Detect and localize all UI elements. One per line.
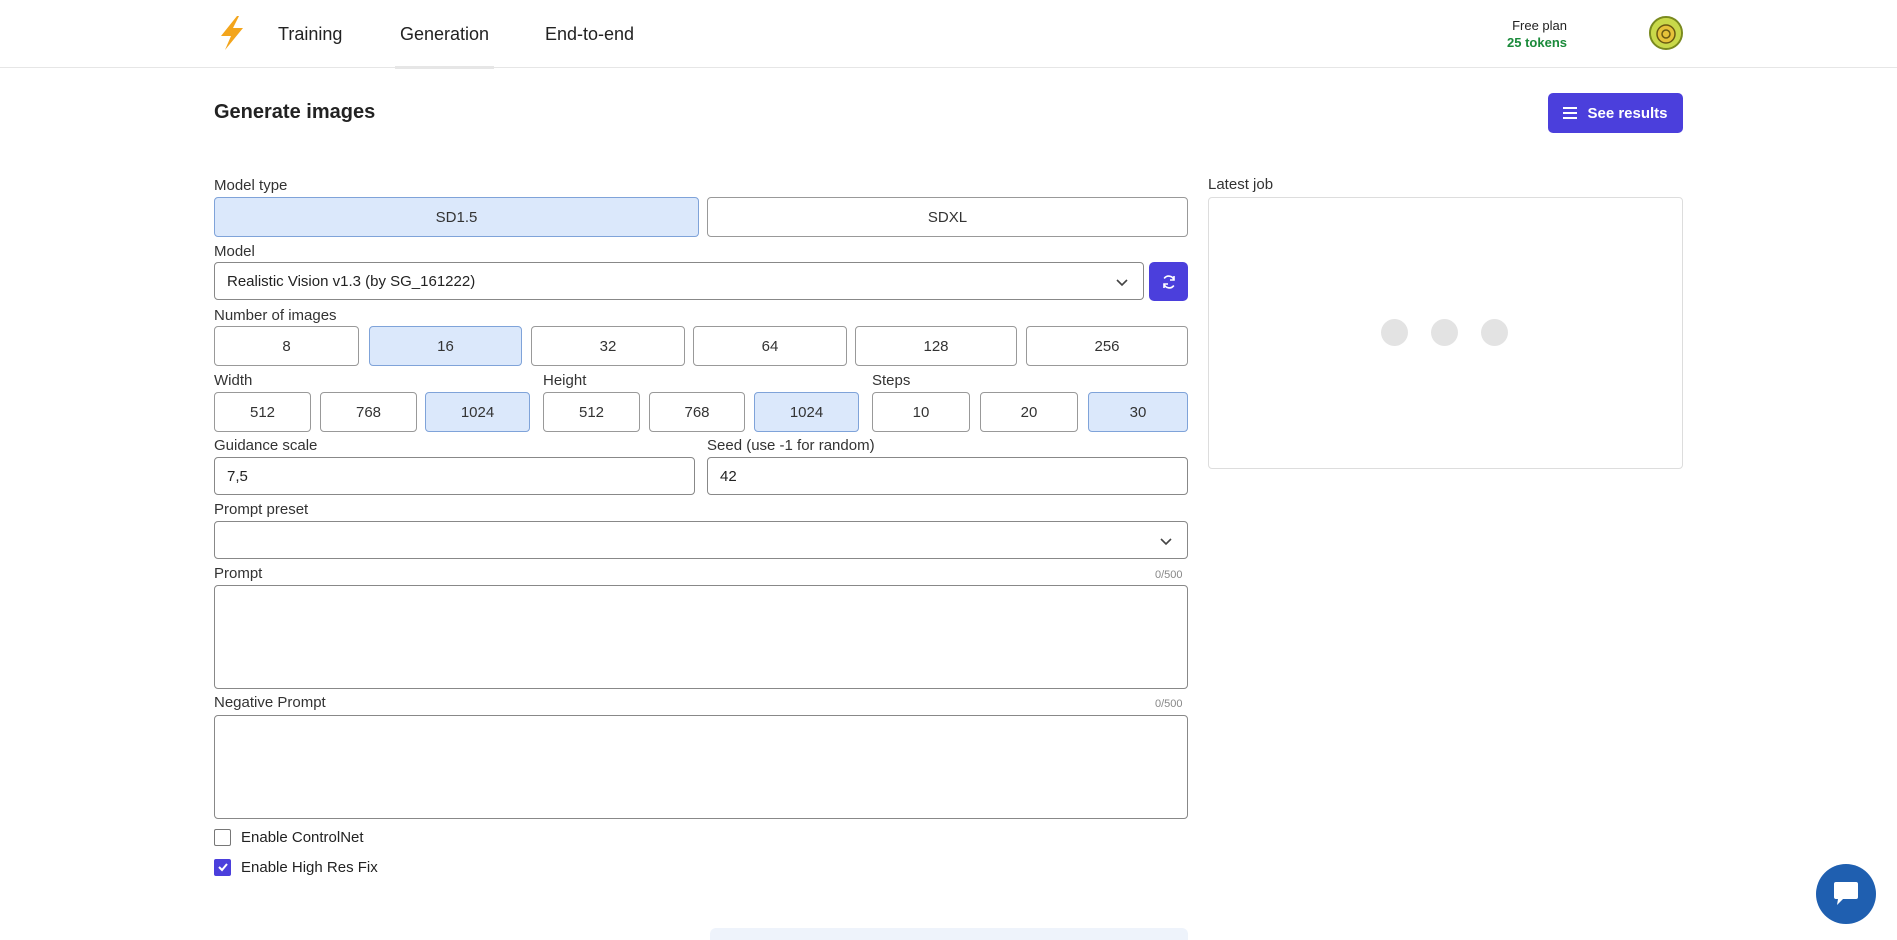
tab-training[interactable]: Training xyxy=(278,0,342,68)
list-icon xyxy=(1563,107,1578,119)
plan-name: Free plan xyxy=(1512,18,1567,33)
seed-input[interactable]: 42 xyxy=(707,457,1188,495)
model-type-label: Model type xyxy=(214,177,288,194)
negative-prompt-label: Negative Prompt xyxy=(214,694,326,711)
steps-option-10[interactable]: 10 xyxy=(872,392,970,432)
tab-end-to-end[interactable]: End-to-end xyxy=(545,0,634,68)
width-option-768[interactable]: 768 xyxy=(320,392,417,432)
token-count: 25 tokens xyxy=(1507,35,1567,50)
latest-job-label: Latest job xyxy=(1208,176,1274,193)
checkmark-icon xyxy=(217,863,228,872)
controlnet-toggle-row: Enable ControlNet xyxy=(214,827,364,847)
negative-prompt-char-counter: 0/500 xyxy=(1155,698,1183,710)
num-images-option-64[interactable]: 64 xyxy=(693,326,847,366)
high-res-fix-toggle-row: Enable High Res Fix xyxy=(214,857,378,877)
plan-info: Free plan 25 tokens xyxy=(1507,17,1567,51)
seed-label: Seed (use -1 for random) xyxy=(707,437,875,454)
negative-prompt-textarea[interactable] xyxy=(214,715,1188,819)
width-option-512[interactable]: 512 xyxy=(214,392,311,432)
controlnet-checkbox[interactable] xyxy=(214,828,231,846)
steps-label: Steps xyxy=(872,372,911,389)
controlnet-label[interactable]: Enable ControlNet xyxy=(241,829,364,846)
num-images-option-256[interactable]: 256 xyxy=(1026,326,1188,366)
num-images-option-8[interactable]: 8 xyxy=(214,326,359,366)
prompt-preset-select[interactable] xyxy=(214,521,1188,559)
top-nav-bar: Training Generation End-to-end Free plan… xyxy=(0,0,1897,69)
steps-option-20[interactable]: 20 xyxy=(980,392,1078,432)
loading-dot xyxy=(1481,319,1508,346)
lightning-bolt-icon[interactable] xyxy=(213,14,251,52)
steps-option-30[interactable]: 30 xyxy=(1088,392,1188,432)
model-select[interactable]: Realistic Vision v1.3 (by SG_161222) xyxy=(214,262,1144,300)
num-images-option-16[interactable]: 16 xyxy=(369,326,522,366)
num-images-option-32[interactable]: 32 xyxy=(531,326,685,366)
loading-dot xyxy=(1431,319,1458,346)
guidance-scale-input[interactable]: 7,5 xyxy=(214,457,695,495)
prompt-textarea[interactable] xyxy=(214,585,1188,689)
num-images-option-128[interactable]: 128 xyxy=(855,326,1017,366)
avatar[interactable] xyxy=(1649,16,1683,50)
prompt-char-counter: 0/500 xyxy=(1155,569,1183,581)
width-label: Width xyxy=(214,372,253,389)
height-option-1024[interactable]: 1024 xyxy=(754,392,859,432)
high-res-fix-label[interactable]: Enable High Res Fix xyxy=(241,859,378,876)
chevron-down-icon xyxy=(1160,538,1172,546)
height-option-512[interactable]: 512 xyxy=(543,392,640,432)
avatar-image-icon xyxy=(1651,18,1681,48)
model-type-option-sd15[interactable]: SD1.5 xyxy=(214,197,699,237)
see-results-label: See results xyxy=(1587,104,1668,122)
width-option-1024[interactable]: 1024 xyxy=(425,392,530,432)
refresh-icon xyxy=(1162,274,1175,289)
model-select-value: Realistic Vision v1.3 (by SG_161222) xyxy=(227,272,476,290)
prompt-preset-label: Prompt preset xyxy=(214,501,309,518)
high-res-fix-checkbox[interactable] xyxy=(214,858,231,876)
tab-generation[interactable]: Generation xyxy=(394,0,495,69)
seed-value: 42 xyxy=(720,467,737,485)
num-images-label: Number of images xyxy=(214,307,337,324)
guidance-scale-label: Guidance scale xyxy=(214,437,318,454)
model-label: Model xyxy=(214,243,255,260)
prompt-label: Prompt xyxy=(214,565,263,582)
chat-launcher-button[interactable] xyxy=(1816,864,1876,924)
see-results-button[interactable]: See results xyxy=(1548,93,1683,133)
refresh-models-button[interactable] xyxy=(1149,262,1188,301)
latest-job-panel xyxy=(1208,197,1683,469)
chevron-down-icon xyxy=(1116,279,1128,287)
generate-button-partial[interactable] xyxy=(710,928,1188,940)
loading-dot xyxy=(1381,319,1408,346)
height-option-768[interactable]: 768 xyxy=(649,392,745,432)
chat-bubble-icon xyxy=(1834,882,1858,905)
guidance-scale-value: 7,5 xyxy=(227,467,248,485)
page-title: Generate images xyxy=(214,101,376,123)
height-label: Height xyxy=(543,372,587,389)
model-type-option-sdxl[interactable]: SDXL xyxy=(707,197,1188,237)
